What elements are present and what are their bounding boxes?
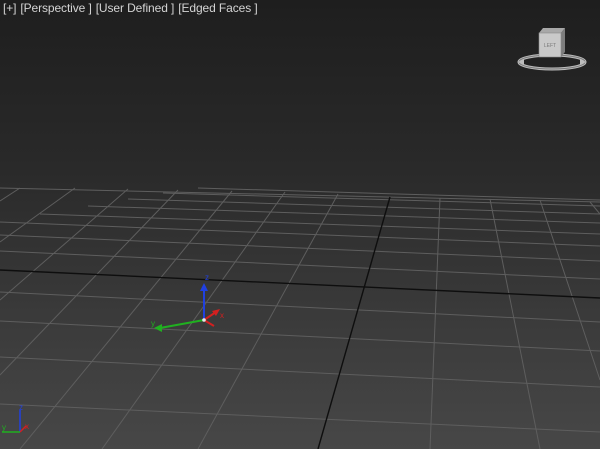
grid-line-row xyxy=(127,198,600,215)
tripod-x-label: x xyxy=(25,422,29,431)
grid-line-row xyxy=(0,234,600,262)
viewport-shading-menu[interactable]: [User Defined ] xyxy=(96,1,175,15)
grid-lines xyxy=(0,187,600,449)
grid-line-column xyxy=(489,198,541,449)
viewcube-face-label: LEFT xyxy=(544,43,556,49)
transform-gizmo-icon[interactable]: z x y xyxy=(148,270,238,338)
grid-line-column xyxy=(429,197,441,449)
grid-line-column xyxy=(0,188,129,301)
grid-line-column xyxy=(539,199,600,381)
gizmo-z-label: z xyxy=(205,273,209,282)
viewport-label-menu: [+] [Perspective ] [User Defined ] [Edged F… xyxy=(3,1,258,15)
world-axis-tripod-icon: z x y xyxy=(2,403,29,433)
viewcube-icon[interactable]: LEFT xyxy=(515,22,590,74)
grid-line-row xyxy=(87,205,600,224)
gizmo-y-label: y xyxy=(151,319,155,328)
perspective-viewport[interactable]: [+] [Perspective ] [User Defined ] [Edged F… xyxy=(0,0,600,449)
grid-far-edge xyxy=(0,187,600,203)
home-grid xyxy=(0,187,600,449)
tripod-y-label: y xyxy=(2,423,6,432)
grid-line-row xyxy=(0,221,600,247)
grid-line-column xyxy=(0,187,21,202)
viewport-point-of-view-menu[interactable]: [Perspective ] xyxy=(20,1,91,15)
grid-line-column xyxy=(589,201,600,215)
home-grid-main-axis-x xyxy=(0,269,600,299)
gizmo-x-label: x xyxy=(220,311,224,320)
grid-line-row xyxy=(39,213,600,235)
grid-line-row xyxy=(0,320,600,352)
grid-line-row xyxy=(0,403,600,433)
tripod-z-label: z xyxy=(19,403,23,412)
grid-line-row xyxy=(0,356,600,388)
viewport-plus-menu[interactable]: [+] xyxy=(3,1,16,15)
viewport-edged-faces-menu[interactable]: [Edged Faces ] xyxy=(178,1,257,15)
